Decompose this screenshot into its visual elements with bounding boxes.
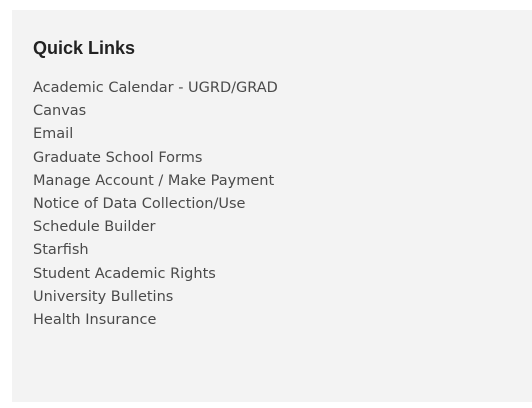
list-item: Student Academic Rights bbox=[33, 262, 511, 285]
list-item: Graduate School Forms bbox=[33, 146, 511, 169]
list-item: University Bulletins bbox=[33, 285, 511, 308]
link-starfish[interactable]: Starfish bbox=[33, 242, 89, 258]
list-item: Manage Account / Make Payment bbox=[33, 169, 511, 192]
list-item: Starfish bbox=[33, 238, 511, 261]
quick-links-title: Quick Links bbox=[33, 38, 136, 58]
list-item: Health Insurance bbox=[33, 308, 511, 331]
link-university-bulletins[interactable]: University Bulletins bbox=[33, 289, 173, 305]
link-student-academic-rights[interactable]: Student Academic Rights bbox=[33, 266, 216, 282]
list-item: Canvas bbox=[33, 99, 511, 122]
link-academic-calendar[interactable]: Academic Calendar - UGRD/GRAD bbox=[33, 80, 278, 96]
link-manage-account-payment[interactable]: Manage Account / Make Payment bbox=[33, 173, 274, 189]
link-email[interactable]: Email bbox=[33, 126, 73, 142]
link-schedule-builder[interactable]: Schedule Builder bbox=[33, 219, 156, 235]
link-notice-data-collection[interactable]: Notice of Data Collection/Use bbox=[33, 196, 245, 212]
list-item: Academic Calendar - UGRD/GRAD bbox=[33, 76, 511, 99]
list-item: Schedule Builder bbox=[33, 215, 511, 238]
link-health-insurance[interactable]: Health Insurance bbox=[33, 312, 156, 328]
link-graduate-school-forms[interactable]: Graduate School Forms bbox=[33, 150, 202, 166]
link-canvas[interactable]: Canvas bbox=[33, 103, 86, 119]
list-item: Email bbox=[33, 122, 511, 145]
quick-links-panel: Quick Links Academic Calendar - UGRD/GRA… bbox=[12, 10, 532, 402]
list-item: Notice of Data Collection/Use bbox=[33, 192, 511, 215]
quick-links-list: Academic Calendar - UGRD/GRAD Canvas Ema… bbox=[33, 76, 511, 331]
